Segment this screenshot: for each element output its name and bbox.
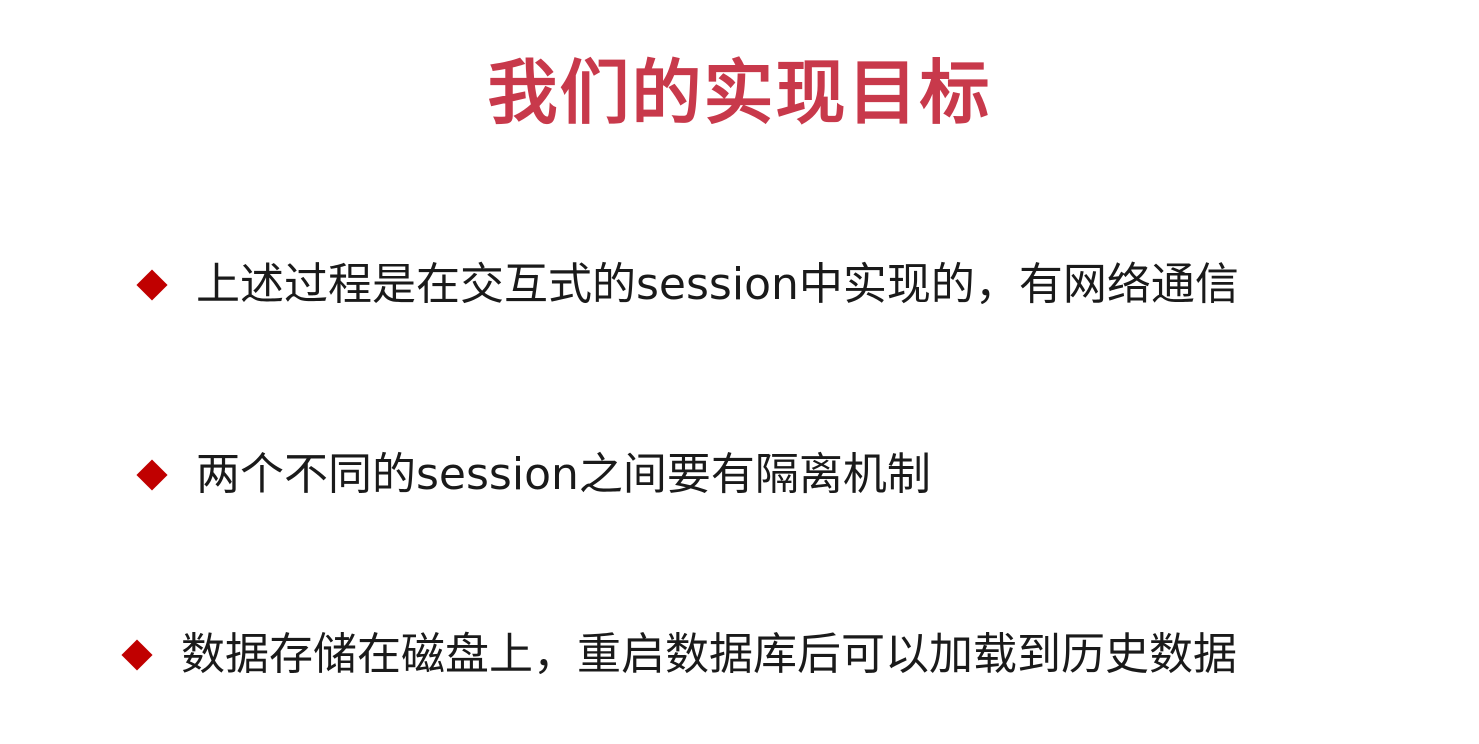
bullet-item: 上述过程是在交互式的session中实现的，有网络通信	[134, 250, 1239, 320]
diamond-bullet-icon	[121, 639, 153, 671]
bullet-text: 上述过程是在交互式的session中实现的，有网络通信	[196, 259, 1239, 310]
diamond-bullet-icon	[136, 459, 168, 491]
slide: 我们的实现目标 上述过程是在交互式的session中实现的，有网络通信 两个不同…	[0, 0, 1479, 744]
bullet-item: 数据存储在磁盘上，重启数据库后可以加载到历史数据	[119, 620, 1237, 690]
bullet-item: 两个不同的session之间要有隔离机制	[134, 440, 931, 510]
slide-title: 我们的实现目标	[487, 52, 992, 134]
diamond-bullet-icon	[136, 269, 168, 301]
bullet-text: 数据存储在磁盘上，重启数据库后可以加载到历史数据	[181, 629, 1237, 680]
bullet-text: 两个不同的session之间要有隔离机制	[196, 449, 931, 500]
